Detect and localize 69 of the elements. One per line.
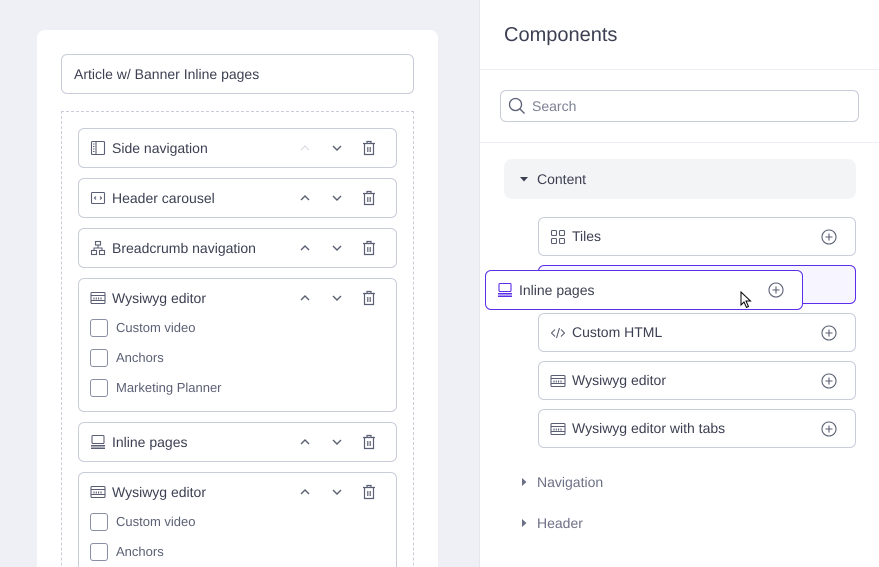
add-button[interactable] bbox=[819, 418, 839, 438]
panel-title: Components bbox=[504, 22, 618, 48]
trash-icon bbox=[362, 190, 376, 206]
grid-icon bbox=[550, 228, 566, 244]
trash-icon bbox=[362, 484, 376, 500]
title-field[interactable]: Article w/ Banner Inline pages bbox=[61, 54, 414, 94]
component-label: Wysiwyg editor with tabs bbox=[572, 419, 726, 438]
option-label: Marketing Planner bbox=[116, 380, 222, 396]
chevron-icon bbox=[331, 294, 343, 302]
cursor-icon bbox=[740, 291, 752, 309]
plus-circle-icon bbox=[768, 282, 784, 298]
option-label: Anchors bbox=[116, 544, 164, 560]
block-title: Inline pages bbox=[112, 432, 188, 452]
component-item[interactable]: Wysiwyg editor bbox=[538, 361, 856, 400]
plus-circle-icon bbox=[821, 324, 837, 340]
option-label: Custom video bbox=[116, 320, 196, 336]
add-button[interactable] bbox=[819, 322, 839, 342]
block-title: Wysiwyg editor bbox=[112, 482, 206, 502]
component-label: Custom HTML bbox=[572, 323, 662, 342]
component-label: Wysiwyg editor bbox=[572, 371, 666, 390]
carousel-icon bbox=[90, 190, 106, 206]
checkbox[interactable] bbox=[90, 513, 108, 531]
sitemap-icon bbox=[90, 240, 106, 256]
add-button[interactable] bbox=[819, 226, 839, 246]
checkbox[interactable] bbox=[90, 319, 108, 337]
dragged-component[interactable]: Inline pages bbox=[485, 270, 803, 310]
add-button[interactable] bbox=[766, 280, 786, 300]
add-button[interactable] bbox=[819, 370, 839, 390]
checkbox[interactable] bbox=[90, 543, 108, 561]
search-field[interactable]: Search bbox=[500, 90, 859, 122]
checkbox[interactable] bbox=[90, 349, 108, 367]
search-icon bbox=[508, 97, 526, 115]
editor-icon bbox=[550, 420, 566, 436]
category-header[interactable]: Header bbox=[504, 503, 856, 543]
chevron-icon bbox=[331, 438, 343, 446]
checkbox[interactable] bbox=[90, 379, 108, 397]
chevron-icon bbox=[331, 244, 343, 252]
pages-icon bbox=[497, 282, 513, 298]
component-item[interactable]: Wysiwyg editor with tabs bbox=[538, 409, 856, 448]
trash-icon bbox=[362, 434, 376, 450]
pages-icon bbox=[90, 434, 106, 450]
caret-icon bbox=[520, 175, 528, 183]
plus-circle-icon bbox=[821, 372, 837, 388]
plus-circle-icon bbox=[821, 228, 837, 244]
block-title: Wysiwyg editor bbox=[112, 288, 206, 308]
sidebar-icon bbox=[90, 140, 106, 156]
caret-icon bbox=[520, 478, 528, 486]
trash-icon bbox=[362, 140, 376, 156]
option-label: Anchors bbox=[116, 350, 164, 366]
caret-icon bbox=[520, 519, 528, 527]
chevron-icon bbox=[331, 194, 343, 202]
editor-icon bbox=[550, 372, 566, 388]
editor-icon bbox=[90, 484, 106, 500]
editor-icon bbox=[90, 290, 106, 306]
block-title: Side navigation bbox=[112, 138, 208, 158]
component-label: Tiles bbox=[572, 227, 602, 246]
option-label: Custom video bbox=[116, 514, 196, 530]
component-item[interactable]: Tiles bbox=[538, 217, 856, 256]
chevron-icon bbox=[331, 144, 343, 152]
plus-circle-icon bbox=[821, 420, 837, 436]
block-title: Breadcrumb navigation bbox=[112, 238, 256, 258]
trash-icon bbox=[362, 290, 376, 306]
chevron-icon bbox=[331, 488, 343, 496]
component-label: Inline pages bbox=[519, 280, 595, 300]
component-item[interactable]: Custom HTML bbox=[538, 313, 856, 352]
trash-icon bbox=[362, 240, 376, 256]
category-header[interactable]: Navigation bbox=[504, 462, 856, 502]
block-title: Header carousel bbox=[112, 188, 215, 208]
category-header[interactable]: Content bbox=[504, 159, 856, 199]
